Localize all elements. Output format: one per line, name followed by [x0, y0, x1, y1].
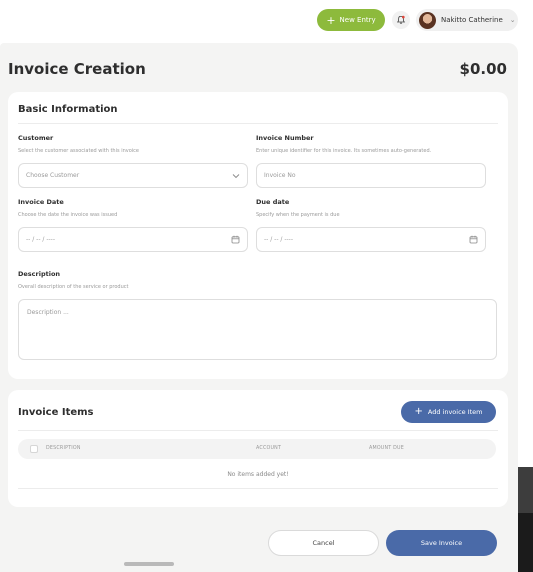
bell-icon	[396, 15, 406, 24]
description-textarea[interactable]: Description ...	[18, 299, 497, 360]
invoice-number-hint: Enter unique identifier for this invoice…	[256, 148, 432, 154]
side-panel-strip	[518, 467, 533, 572]
add-invoice-item-button[interactable]: + Add invoice Item	[401, 401, 496, 423]
due-date-hint: Specify when the payment is due	[256, 212, 340, 218]
notifications-button[interactable]	[392, 11, 410, 29]
empty-state-text: No items added yet!	[227, 471, 289, 478]
chevron-down-icon: ⌄	[509, 16, 516, 24]
table-header: DESCRIPTION ACCOUNT AMOUNT DUE	[18, 439, 496, 459]
page-title: Invoice Creation	[8, 60, 146, 78]
horizontal-scrollbar[interactable]	[124, 562, 174, 566]
cancel-button[interactable]: Cancel	[268, 530, 379, 556]
select-all-checkbox[interactable]	[30, 445, 38, 453]
invoice-number-input[interactable]: Invoice No	[256, 163, 486, 188]
due-date-placeholder: -- / -- / ----	[264, 236, 293, 243]
column-header-description: DESCRIPTION	[46, 446, 81, 451]
calendar-icon[interactable]	[469, 235, 478, 244]
customer-hint: Select the customer associated with this…	[18, 148, 139, 154]
basic-information-card: Basic Information Customer Select the cu…	[8, 92, 508, 379]
invoice-date-input[interactable]: -- / -- / ----	[18, 227, 248, 252]
invoice-items-card: Invoice Items + Add invoice Item DESCRIP…	[8, 390, 508, 507]
calendar-icon[interactable]	[231, 235, 240, 244]
save-invoice-button[interactable]: Save Invoice	[386, 530, 497, 556]
customer-label: Customer	[18, 134, 54, 142]
add-invoice-item-label: Add invoice Item	[427, 408, 483, 416]
customer-select[interactable]: Choose Customer	[18, 163, 248, 188]
divider	[18, 488, 498, 489]
side-panel-tab[interactable]	[518, 467, 533, 513]
divider	[18, 430, 498, 431]
plus-icon: +	[414, 406, 423, 417]
new-entry-label: New Entry	[339, 16, 376, 24]
invoice-date-label: Invoice Date	[18, 198, 64, 206]
invoice-date-placeholder: -- / -- / ----	[26, 236, 55, 243]
user-menu[interactable]: Nakitto Catherine ⌄	[416, 9, 518, 31]
basic-information-title: Basic Information	[18, 104, 118, 115]
divider	[18, 123, 498, 124]
top-bar: + New Entry Nakitto Catherine ⌄	[0, 0, 533, 40]
plus-icon: +	[326, 13, 336, 27]
description-label: Description	[18, 270, 61, 278]
column-header-amount-due: AMOUNT DUE	[369, 446, 404, 451]
description-placeholder: Description ...	[27, 309, 69, 316]
invoice-number-placeholder: Invoice No	[264, 172, 296, 179]
user-name: Nakitto Catherine	[441, 16, 503, 24]
invoice-number-label: Invoice Number	[256, 134, 314, 142]
invoice-items-title: Invoice Items	[18, 407, 94, 418]
column-header-account: ACCOUNT	[256, 446, 282, 451]
description-hint: Overall description of the service or pr…	[18, 284, 129, 290]
due-date-label: Due date	[256, 198, 290, 206]
invoice-total: $0.00	[459, 60, 507, 78]
new-entry-button[interactable]: + New Entry	[317, 9, 385, 31]
invoice-date-hint: Choose the date the invoice was issued	[18, 212, 118, 218]
chevron-down-icon	[232, 173, 240, 179]
avatar	[419, 11, 436, 29]
customer-select-placeholder: Choose Customer	[26, 172, 80, 179]
due-date-input[interactable]: -- / -- / ----	[256, 227, 486, 252]
